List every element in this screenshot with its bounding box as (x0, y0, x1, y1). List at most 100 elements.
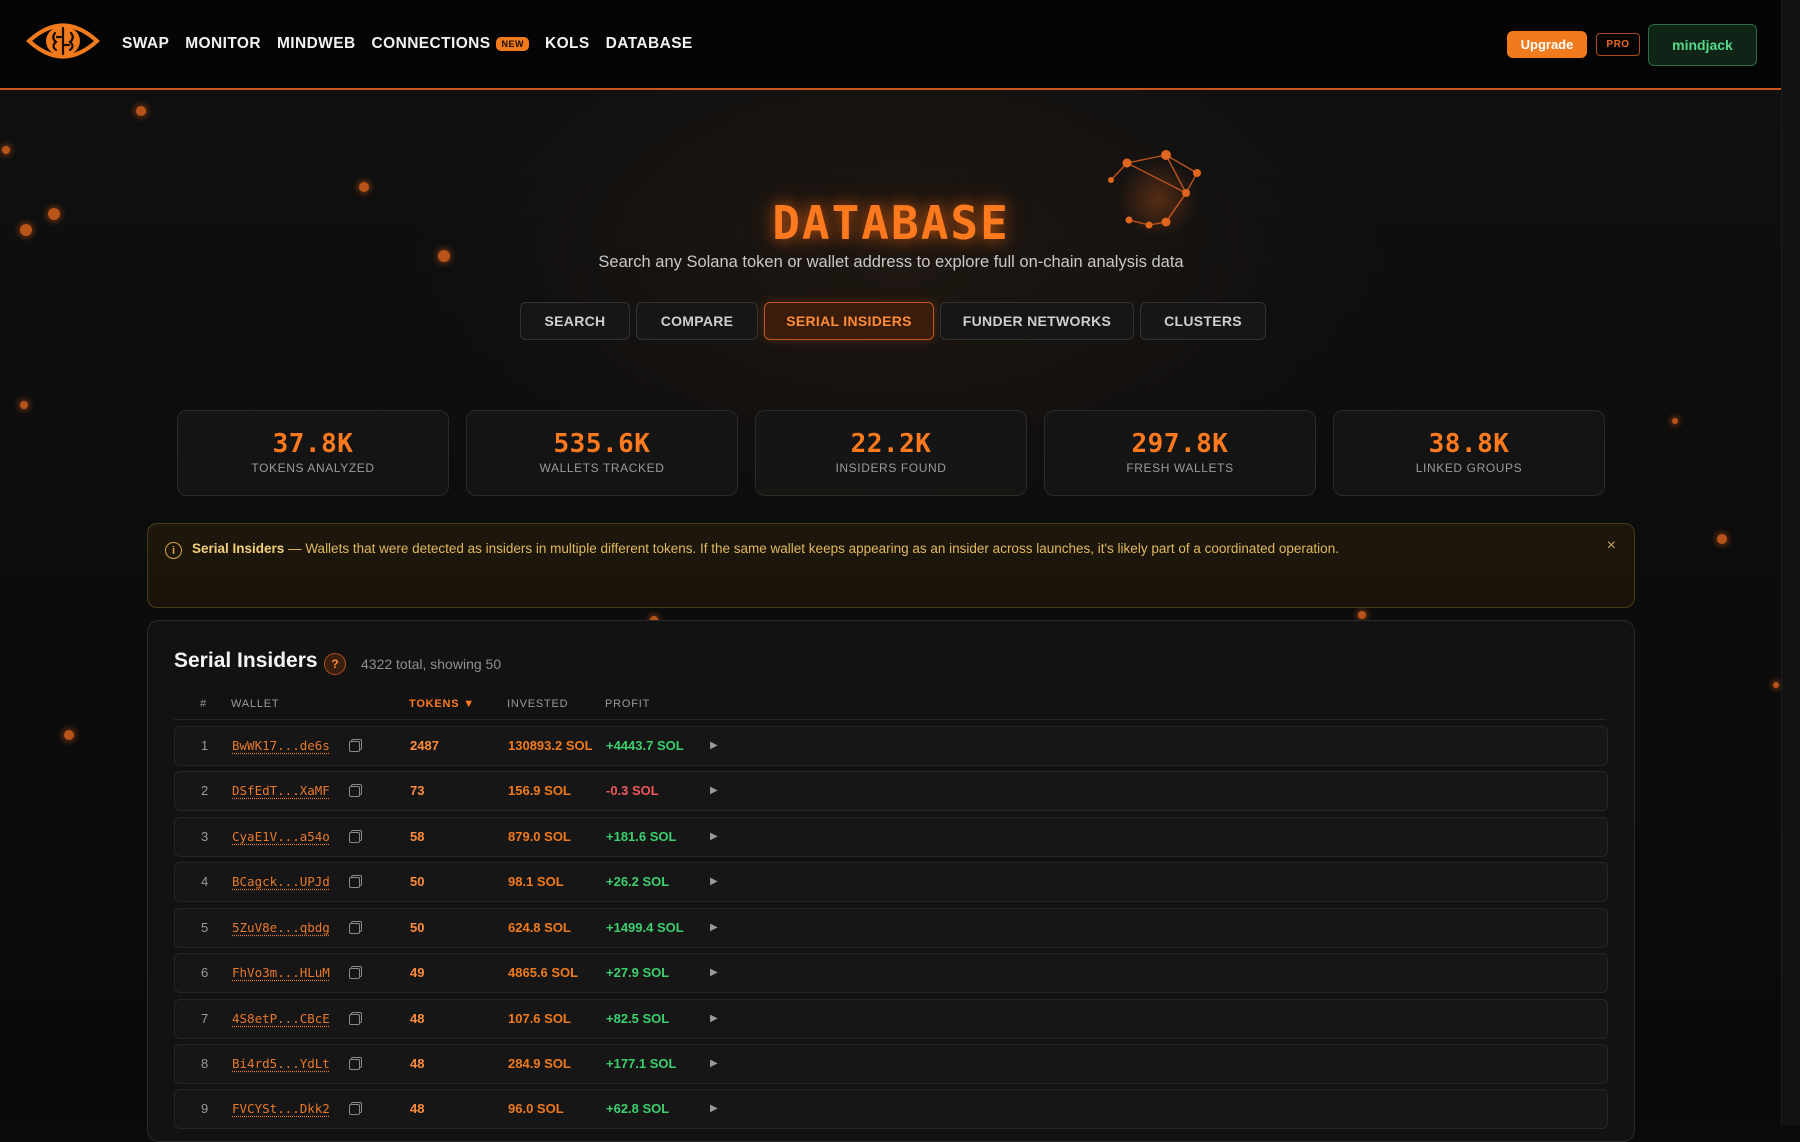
nav-monitor[interactable]: MONITOR (185, 35, 261, 53)
expand-row-icon[interactable]: ▶ (710, 1058, 718, 1069)
copy-icon[interactable] (349, 784, 362, 797)
main-nav: SWAP MONITOR MINDWEB CONNECTIONS NEW KOLS… (122, 0, 709, 88)
invested-amount: 130893.2 SOL (508, 738, 593, 753)
glow-particle (2, 146, 10, 154)
tab-funder-networks[interactable]: FUNDER NETWORKS (940, 302, 1134, 340)
nav-monitor-label: MONITOR (185, 35, 261, 52)
invested-amount: 624.8 SOL (508, 920, 571, 935)
stat-card-fresh-wallets: 297.8K FRESH WALLETS (1044, 410, 1316, 496)
column-header-invested[interactable]: INVESTED (507, 698, 568, 710)
table-row[interactable]: 3 CyaE1V...a54o 58 879.0 SOL +181.6 SOL ▶ (174, 817, 1608, 857)
page-scrollbar[interactable] (1781, 0, 1800, 1125)
row-rank: 1 (201, 738, 209, 753)
stat-label: TOKENS ANALYZED (251, 461, 375, 475)
upgrade-button[interactable]: Upgrade (1507, 31, 1587, 58)
invested-amount: 98.1 SOL (508, 874, 564, 889)
copy-icon[interactable] (349, 875, 362, 888)
info-description: — Wallets that were detected as insiders… (284, 541, 1339, 556)
wallet-address-link[interactable]: 4S8etP...CBcE (232, 1011, 330, 1026)
wallet-address-link[interactable]: FhVo3m...HLuM (232, 965, 330, 980)
wallet-address-link[interactable]: 5ZuV8e...qbdg (232, 920, 330, 935)
nav-connections[interactable]: CONNECTIONS NEW (372, 35, 529, 53)
table-row[interactable]: 8 Bi4rd5...YdLt 48 284.9 SOL +177.1 SOL ▶ (174, 1044, 1608, 1084)
copy-icon[interactable] (349, 921, 362, 934)
table-row[interactable]: 9 FVCYSt...Dkk2 48 96.0 SOL +62.8 SOL ▶ (174, 1089, 1608, 1129)
column-header-profit[interactable]: PROFIT (605, 698, 650, 710)
table-row[interactable]: 6 FhVo3m...HLuM 49 4865.6 SOL +27.9 SOL ▶ (174, 953, 1608, 993)
token-count: 48 (410, 1011, 425, 1026)
column-header-wallet[interactable]: WALLET (231, 698, 279, 710)
row-rank: 7 (201, 1011, 209, 1026)
row-rank: 5 (201, 920, 209, 935)
result-count: 4322 total, showing 50 (361, 656, 502, 672)
column-header-rank: # (200, 698, 207, 710)
nav-kols-label: KOLS (544, 35, 590, 52)
info-title: Serial Insiders (192, 541, 285, 556)
copy-icon[interactable] (349, 1057, 362, 1070)
copy-icon[interactable] (349, 966, 362, 979)
row-rank: 8 (201, 1056, 209, 1071)
glow-particle (1672, 418, 1678, 424)
table-row[interactable]: 5 5ZuV8e...qbdg 50 624.8 SOL +1499.4 SOL ▶ (174, 908, 1608, 948)
wallet-address-link[interactable]: DSfEdT...XaMF (232, 783, 330, 798)
expand-row-icon[interactable]: ▶ (710, 967, 718, 978)
table-row[interactable]: 2 DSfEdT...XaMF 73 156.9 SOL -0.3 SOL ▶ (174, 771, 1608, 811)
nav-database[interactable]: DATABASE (606, 35, 693, 53)
profit-amount: +27.9 SOL (606, 965, 670, 980)
expand-row-icon[interactable]: ▶ (710, 922, 718, 933)
stat-label: INSIDERS FOUND (835, 461, 947, 475)
wallet-address-link[interactable]: CyaE1V...a54o (232, 829, 330, 844)
token-count: 58 (410, 829, 425, 844)
token-count: 48 (410, 1056, 425, 1071)
nav-mindweb[interactable]: MINDWEB (277, 35, 356, 53)
nav-swap[interactable]: SWAP (122, 35, 169, 53)
copy-icon[interactable] (349, 1102, 362, 1115)
expand-row-icon[interactable]: ▶ (710, 1013, 718, 1024)
invested-amount: 107.6 SOL (508, 1011, 571, 1026)
row-rank: 9 (201, 1101, 209, 1116)
nav-mindweb-label: MINDWEB (276, 35, 356, 52)
table-row[interactable]: 4 BCagck...UPJd 50 98.1 SOL +26.2 SOL ▶ (174, 862, 1608, 902)
info-text: Serial Insiders — Wallets that were dete… (192, 540, 1339, 558)
top-navigation-bar: SWAP MONITOR MINDWEB CONNECTIONS NEW KOLS… (0, 0, 1782, 90)
copy-icon[interactable] (349, 739, 362, 752)
column-header-tokens[interactable]: TOKENS ▼ (409, 698, 475, 710)
stat-value: 22.2K (850, 429, 932, 459)
expand-row-icon[interactable]: ▶ (710, 876, 718, 887)
page-title: DATABASE (772, 196, 1010, 250)
stat-card-wallets-tracked: 535.6K WALLETS TRACKED (466, 410, 738, 496)
user-account-button[interactable]: mindjack (1648, 24, 1757, 66)
wallet-address-link[interactable]: BCagck...UPJd (232, 874, 330, 889)
copy-icon[interactable] (349, 830, 362, 843)
stat-card-tokens-analyzed: 37.8K TOKENS ANALYZED (177, 410, 449, 496)
nav-kols[interactable]: KOLS (545, 35, 590, 53)
tab-serial-insiders[interactable]: SERIAL INSIDERS (764, 302, 934, 340)
help-icon[interactable]: ? (324, 653, 346, 675)
glow-particle (359, 182, 369, 192)
table-row[interactable]: 7 4S8etP...CBcE 48 107.6 SOL +82.5 SOL ▶ (174, 999, 1608, 1039)
copy-icon[interactable] (349, 1012, 362, 1025)
brain-eye-logo-icon[interactable] (26, 16, 100, 66)
table-row[interactable]: 1 BwWK17...de6s 2487 130893.2 SOL +4443.7 SO… (174, 726, 1608, 766)
tab-clusters[interactable]: CLUSTERS (1140, 302, 1266, 340)
stat-label: FRESH WALLETS (1126, 461, 1234, 475)
serial-insiders-panel: Serial Insiders ? 4322 total, showing 50… (147, 620, 1635, 1142)
tab-compare[interactable]: COMPARE (636, 302, 758, 340)
wallet-address-link[interactable]: FVCYSt...Dkk2 (232, 1101, 330, 1116)
expand-row-icon[interactable]: ▶ (710, 831, 718, 842)
tab-search[interactable]: SEARCH (520, 302, 630, 340)
close-icon[interactable]: × (1607, 537, 1616, 555)
wallet-address-link[interactable]: BwWK17...de6s (232, 738, 330, 753)
row-rank: 2 (201, 783, 209, 798)
nav-database-label: DATABASE (605, 35, 693, 52)
row-rank: 4 (201, 874, 209, 889)
wallet-address-link[interactable]: Bi4rd5...YdLt (232, 1056, 330, 1071)
expand-row-icon[interactable]: ▶ (710, 785, 718, 796)
stat-value: 297.8K (1131, 429, 1229, 459)
pro-badge: PRO (1596, 33, 1640, 56)
database-tabs: SEARCH COMPARE SERIAL INSIDERS FUNDER NE… (520, 302, 1266, 340)
table-header: # WALLET TOKENS ▼ INVESTED PROFIT (174, 693, 1606, 720)
profit-amount: +4443.7 SOL (606, 738, 684, 753)
expand-row-icon[interactable]: ▶ (710, 1103, 718, 1114)
expand-row-icon[interactable]: ▶ (710, 740, 718, 751)
